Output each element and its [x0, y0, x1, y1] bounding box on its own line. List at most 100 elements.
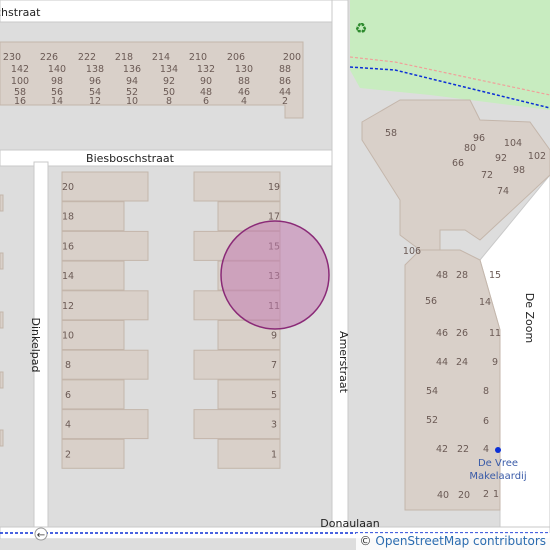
- house-number-east: 26: [456, 328, 468, 339]
- house-number-east: 44: [436, 357, 448, 368]
- house-number: 226: [40, 52, 58, 63]
- house-number-east: 9: [492, 357, 498, 368]
- house-left: [62, 350, 148, 379]
- house-number-left: 12: [62, 301, 74, 312]
- house-number-right: 19: [268, 182, 280, 193]
- house-number-left: 8: [65, 360, 71, 371]
- house-number-east: 58: [385, 128, 397, 139]
- house-number: 200: [283, 52, 301, 63]
- house-number: 98: [51, 76, 63, 87]
- house-number-right: 1: [271, 449, 277, 460]
- house-number-left: 4: [65, 420, 71, 431]
- house-number-left: 18: [62, 212, 74, 223]
- house-number: 88: [238, 76, 250, 87]
- house-number-east: 20: [458, 490, 470, 501]
- house-number-east: 42: [436, 444, 448, 455]
- house-number-east: 4: [483, 444, 489, 455]
- house-number-east: 14: [479, 297, 491, 308]
- poi-label-line2[interactable]: Makelaardij: [469, 471, 526, 482]
- house-left: [62, 231, 148, 260]
- osm-contributors-link[interactable]: OpenStreetMap contributors: [375, 534, 546, 548]
- house-left: [62, 410, 148, 439]
- house-left: [62, 439, 124, 468]
- house-number-right: 3: [271, 420, 277, 431]
- house-number: 138: [86, 64, 104, 75]
- house-number: 142: [11, 64, 29, 75]
- house-number-east: 1: [493, 489, 499, 500]
- street-label-amerstraat: Amerstraat: [337, 331, 350, 394]
- house-number: 12: [89, 96, 101, 107]
- house-number: 96: [89, 76, 101, 87]
- house-number-left: 2: [65, 449, 71, 460]
- house-number-east: 8: [483, 386, 489, 397]
- house-left: [62, 172, 148, 201]
- house-number-east: 56: [425, 296, 437, 307]
- attribution: © OpenStreetMap contributors: [356, 533, 550, 550]
- house-number-right: 7: [271, 360, 277, 371]
- house-number: 8: [166, 96, 172, 107]
- house-number-right: 9: [271, 331, 277, 342]
- house-number-east: 80: [464, 143, 476, 154]
- house-number: 210: [189, 52, 207, 63]
- house-number: 140: [48, 64, 66, 75]
- street-label-dinkelpad: Dinkelpad: [29, 317, 42, 372]
- house-number: 218: [115, 52, 133, 63]
- house-right: [194, 410, 280, 439]
- house-number: 100: [11, 76, 29, 87]
- house-number-east: 15: [489, 270, 501, 281]
- house-number-east: 72: [481, 170, 493, 181]
- arrow-left-icon: ←: [37, 530, 45, 541]
- house-number-east: 92: [495, 153, 507, 164]
- map-svg[interactable]: 2302262222182142102062001421401381361341…: [0, 0, 550, 550]
- house-number: 206: [227, 52, 245, 63]
- house-number-east: 52: [426, 415, 438, 426]
- house-number-east: 22: [457, 444, 469, 455]
- house-number-east: 102: [528, 151, 546, 162]
- house-number: 16: [14, 96, 26, 107]
- house-number-east: 54: [426, 386, 438, 397]
- house-number-east: 106: [403, 246, 421, 257]
- house-number: 4: [241, 96, 247, 107]
- house-number-left: 16: [62, 241, 74, 252]
- house-number: 90: [200, 76, 212, 87]
- house-number: 134: [160, 64, 178, 75]
- house-number: 92: [163, 76, 175, 87]
- house-left: [62, 380, 124, 409]
- poi-label-line1[interactable]: De Vree: [478, 458, 518, 469]
- house-number-left: 20: [62, 182, 74, 193]
- house-left: [62, 291, 148, 320]
- street-label-top: chstraat: [0, 6, 41, 19]
- house-number-east: 48: [436, 270, 448, 281]
- house-number-east: 98: [513, 165, 525, 176]
- house-number-left: 14: [62, 271, 74, 282]
- house-number-east: 24: [456, 357, 468, 368]
- house-number: 6: [203, 96, 209, 107]
- house-number: 222: [78, 52, 96, 63]
- house-number-east: 66: [452, 158, 464, 169]
- map-canvas[interactable]: 2302262222182142102062001421401381361341…: [0, 0, 550, 550]
- house-number-east: 74: [497, 186, 509, 197]
- house-number-right: 5: [271, 390, 277, 401]
- house-number: 94: [126, 76, 138, 87]
- house-number-left: 10: [62, 331, 74, 342]
- street-label-de-zoom: De Zoom: [523, 293, 536, 343]
- house-number: 136: [123, 64, 141, 75]
- house-number: 130: [235, 64, 253, 75]
- house-number-left: 6: [65, 390, 71, 401]
- house-number: 86: [279, 76, 291, 87]
- house-number-east: 104: [504, 138, 522, 149]
- street-label-donaulaan: Donaulaan: [320, 517, 379, 530]
- house-number-east: 46: [436, 328, 448, 339]
- house-number-east: 40: [437, 490, 449, 501]
- house-number-east: 11: [489, 328, 501, 339]
- house-number-east: 28: [456, 270, 468, 281]
- house-number: 88: [279, 64, 291, 75]
- copyright-symbol: ©: [360, 534, 372, 548]
- house-number: 2: [282, 96, 288, 107]
- house-number: 10: [126, 96, 138, 107]
- house-number-east: 2: [483, 489, 489, 500]
- recycling-icon[interactable]: ♻: [355, 21, 368, 37]
- house-number: 132: [197, 64, 215, 75]
- house-number-east: 6: [483, 416, 489, 427]
- makelaardij-icon[interactable]: [495, 447, 501, 453]
